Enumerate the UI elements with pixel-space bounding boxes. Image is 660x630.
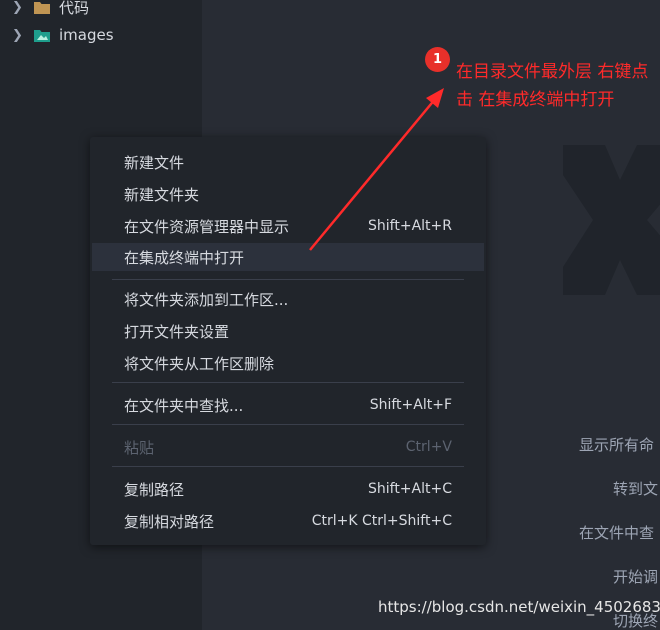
menu-separator xyxy=(112,279,464,280)
menu-item-label: 新建文件 xyxy=(124,153,185,172)
folder-icon xyxy=(34,1,50,14)
hint-go-to-file: 转到文 xyxy=(613,480,659,498)
hint-show-all-commands: 显示所有命 xyxy=(579,436,655,454)
menu-item-shortcut: Shift+Alt+F xyxy=(369,397,452,413)
hint-find-in-files: 在文件中查 xyxy=(579,524,655,542)
menu-item-new-folder[interactable]: 新建文件夹 xyxy=(90,180,486,208)
menu-item-shortcut: Ctrl+V xyxy=(405,439,452,455)
hint-start-debug: 开始调 xyxy=(613,568,659,586)
menu-item-copy-path[interactable]: 复制路径 Shift+Alt+C xyxy=(90,475,486,503)
menu-item-open-in-terminal[interactable]: 在集成终端中打开 xyxy=(92,243,484,271)
context-menu: 新建文件 新建文件夹 在文件资源管理器中显示 Shift+Alt+R 在集成终端… xyxy=(90,137,486,545)
menu-item-label: 在文件资源管理器中显示 xyxy=(124,217,290,236)
chevron-right-icon[interactable]: ❯ xyxy=(12,0,30,15)
image-folder-icon xyxy=(34,29,50,42)
menu-item-shortcut: Shift+Alt+C xyxy=(367,481,452,497)
menu-item-label: 打开文件夹设置 xyxy=(124,322,230,341)
menu-item-remove-folder-from-workspace[interactable]: 将文件夹从工作区删除 xyxy=(90,349,486,377)
menu-separator xyxy=(112,466,464,467)
menu-item-label: 新建文件夹 xyxy=(124,185,200,204)
menu-item-new-file[interactable]: 新建文件 xyxy=(90,148,486,176)
menu-item-label: 复制路径 xyxy=(124,480,185,499)
tree-item-label: 代码 xyxy=(59,0,90,17)
source-watermark: https://blog.csdn.net/weixin_45026839 xyxy=(378,598,660,616)
vscode-logo-watermark xyxy=(563,145,660,295)
menu-item-add-folder-to-workspace[interactable]: 将文件夹添加到工作区... xyxy=(90,285,486,313)
menu-item-label: 复制相对路径 xyxy=(124,512,215,531)
menu-separator xyxy=(112,424,464,425)
menu-item-reveal-in-explorer[interactable]: 在文件资源管理器中显示 Shift+Alt+R xyxy=(90,212,486,240)
menu-item-label: 粘贴 xyxy=(124,438,155,457)
menu-item-label: 将文件夹从工作区删除 xyxy=(124,354,275,373)
annotation-text: 在目录文件最外层 右键点击 在集成终端中打开 xyxy=(456,62,649,110)
tree-item-images[interactable]: ❯ images xyxy=(0,22,202,48)
tree-item-label: images xyxy=(59,26,114,44)
menu-item-label: 在集成终端中打开 xyxy=(124,248,245,267)
menu-item-find-in-folder[interactable]: 在文件夹中查找... Shift+Alt+F xyxy=(90,391,486,419)
menu-item-shortcut: Ctrl+K Ctrl+Shift+C xyxy=(311,513,452,529)
tree-item-folder[interactable]: ❯ 代码 xyxy=(0,0,202,20)
menu-item-label: 在文件夹中查找... xyxy=(124,396,244,415)
menu-item-copy-relative-path[interactable]: 复制相对路径 Ctrl+K Ctrl+Shift+C xyxy=(90,507,486,535)
menu-item-paste[interactable]: 粘贴 Ctrl+V xyxy=(90,433,486,461)
menu-item-label: 将文件夹添加到工作区... xyxy=(124,290,289,309)
menu-item-shortcut: Shift+Alt+R xyxy=(368,218,452,234)
menu-separator xyxy=(112,382,464,383)
menu-item-open-folder-settings[interactable]: 打开文件夹设置 xyxy=(90,317,486,345)
step-number-badge: 1 xyxy=(425,47,450,72)
chevron-right-icon[interactable]: ❯ xyxy=(12,28,30,43)
